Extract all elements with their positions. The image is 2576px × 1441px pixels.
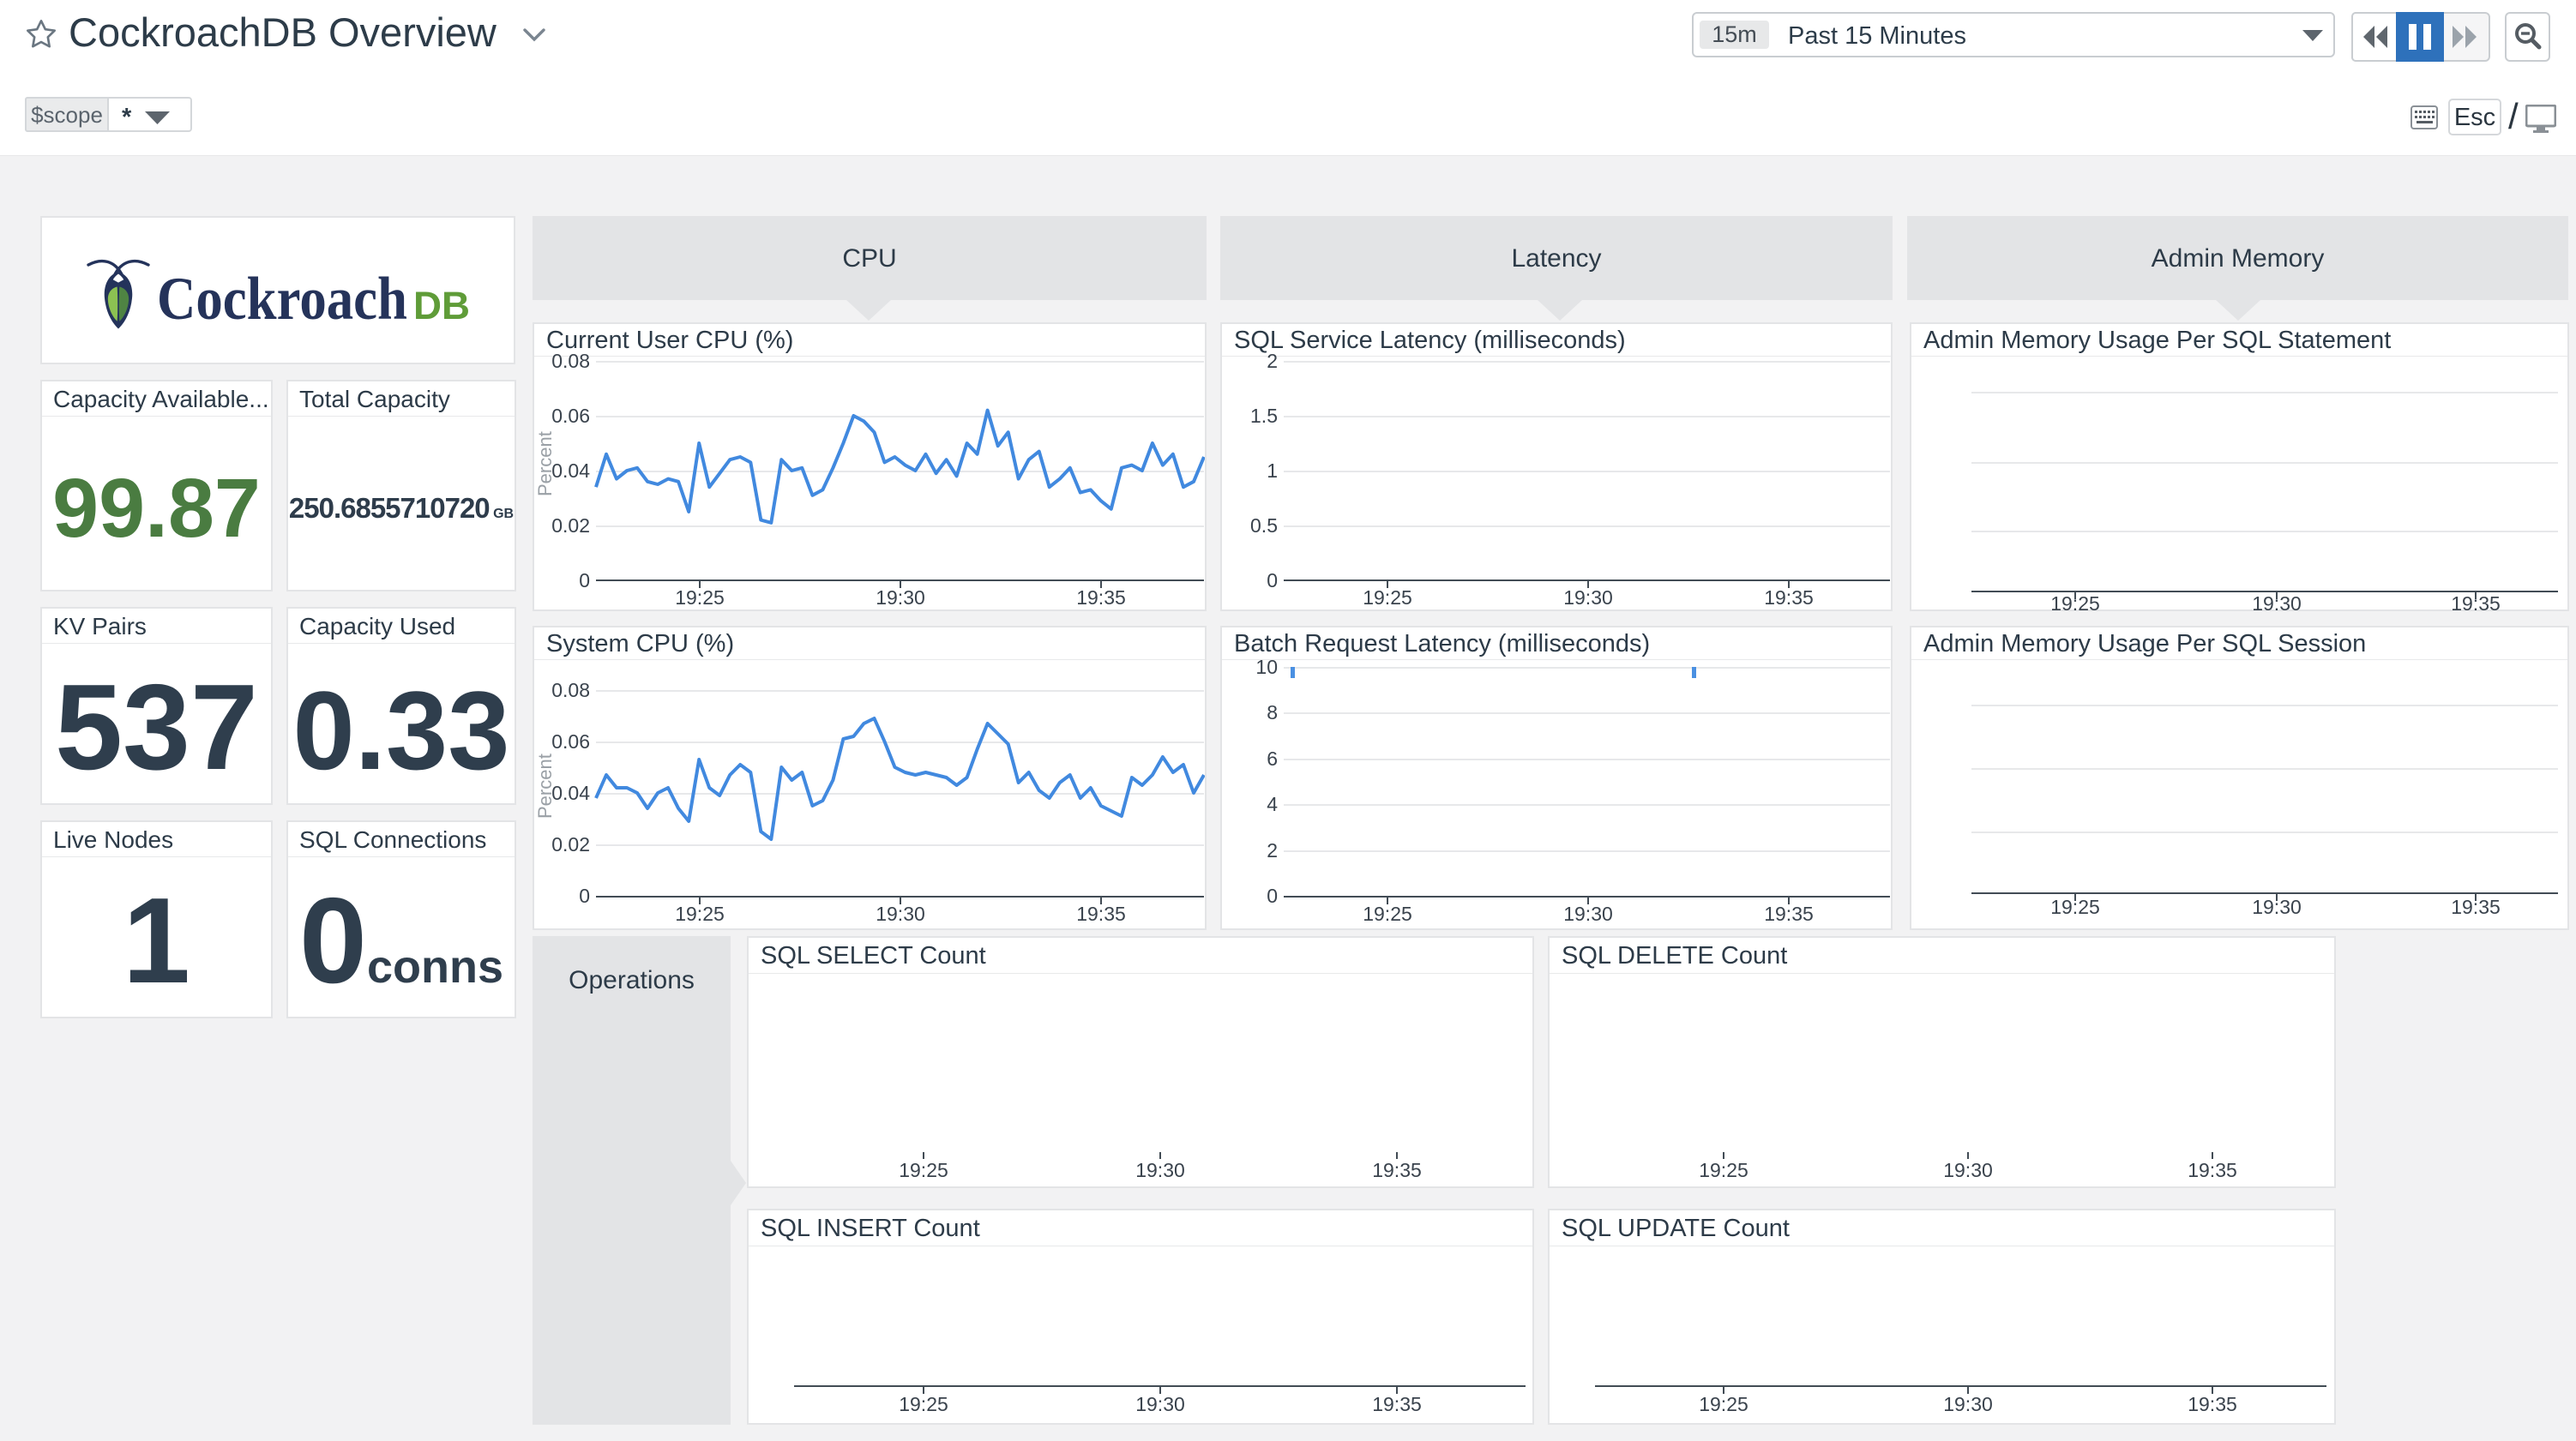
svg-text:DB: DB (413, 284, 470, 327)
svg-text:Cockroach: Cockroach (157, 266, 407, 333)
